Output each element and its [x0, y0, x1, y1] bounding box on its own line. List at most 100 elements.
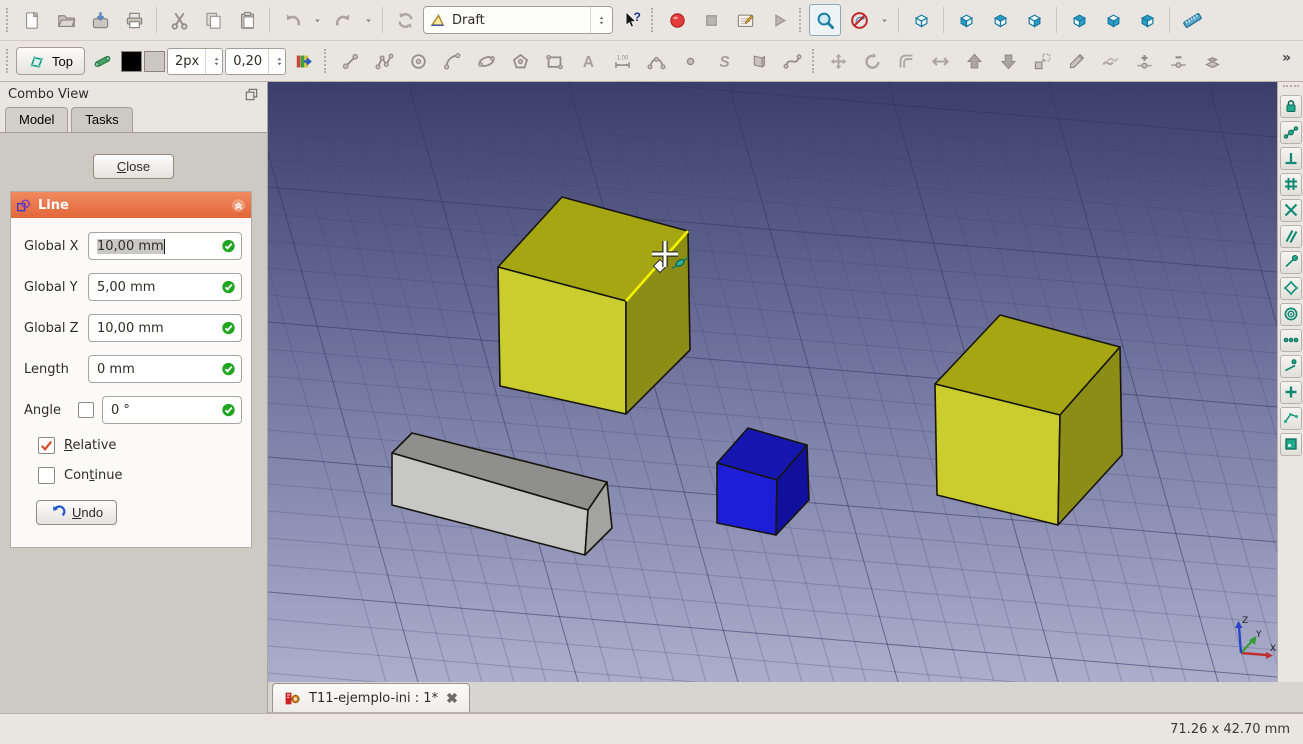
- undo-history-dropdown[interactable]: [310, 4, 325, 36]
- relative-checkbox[interactable]: [38, 437, 55, 454]
- draft-add-point-button[interactable]: [1128, 45, 1160, 77]
- macro-stop-button[interactable]: [695, 4, 727, 36]
- undo-button[interactable]: [276, 4, 308, 36]
- line-color-swatch[interactable]: [121, 51, 142, 72]
- snap-toolbar-grip[interactable]: [1283, 85, 1299, 90]
- draft-upgrade-button[interactable]: [958, 45, 990, 77]
- draft-downgrade-button[interactable]: [992, 45, 1024, 77]
- draft-bezier-button[interactable]: [776, 45, 808, 77]
- macro-play-button[interactable]: [763, 4, 795, 36]
- draft-dimension-button[interactable]: 1.00: [606, 45, 638, 77]
- macro-edit-button[interactable]: [729, 4, 761, 36]
- fit-all-button[interactable]: [809, 4, 841, 36]
- top-view-button[interactable]: [984, 4, 1016, 36]
- draft-wire-to-bspline-button[interactable]: [1094, 45, 1126, 77]
- draft-tools-grip[interactable]: [324, 49, 328, 73]
- snap-midpoint-button[interactable]: [1280, 121, 1302, 144]
- continue-checkbox[interactable]: [38, 467, 55, 484]
- draft-shape2dview-button[interactable]: [1196, 45, 1228, 77]
- 3d-viewport[interactable]: ZYX: [268, 82, 1277, 682]
- new-document-button[interactable]: [16, 4, 48, 36]
- snap-dimensions-button[interactable]: [1280, 407, 1302, 430]
- snap-near-button[interactable]: [1280, 355, 1302, 378]
- draft-circle-button[interactable]: [402, 45, 434, 77]
- apply-style-button[interactable]: [288, 45, 320, 77]
- tab-model[interactable]: Model: [5, 107, 68, 132]
- front-view-button[interactable]: [950, 4, 982, 36]
- draft-facebinder-button[interactable]: [742, 45, 774, 77]
- bottom-view-button[interactable]: [1097, 4, 1129, 36]
- cut-button[interactable]: [163, 4, 195, 36]
- undo-task-button[interactable]: Undo: [36, 500, 117, 525]
- draft-delete-point-button[interactable]: [1162, 45, 1194, 77]
- draft-settings-grip[interactable]: [6, 49, 10, 73]
- copy-button[interactable]: [197, 4, 229, 36]
- line-width-spinbox[interactable]: 2px: [167, 48, 223, 75]
- draft-scale-button[interactable]: [1026, 45, 1058, 77]
- draft-point-button[interactable]: [674, 45, 706, 77]
- modify-tools-grip[interactable]: [812, 49, 816, 73]
- refresh-button[interactable]: [389, 4, 421, 36]
- redo-button[interactable]: [327, 4, 359, 36]
- document-tab[interactable]: T11-ejemplo-ini : 1* ✖: [272, 683, 470, 712]
- draw-style-dropdown[interactable]: [877, 4, 892, 36]
- workbench-selector[interactable]: Draft: [423, 6, 613, 34]
- global-y-field[interactable]: 5,00 mm: [88, 273, 242, 301]
- draw-style-button[interactable]: [843, 4, 875, 36]
- collapse-panel-button[interactable]: [231, 198, 246, 213]
- draft-offset-button[interactable]: [890, 45, 922, 77]
- face-color-swatch[interactable]: [144, 51, 165, 72]
- file-toolbar-grip[interactable]: [6, 8, 10, 32]
- draft-rotate-button[interactable]: [856, 45, 888, 77]
- redo-history-dropdown[interactable]: [361, 4, 376, 36]
- tab-tasks[interactable]: Tasks: [71, 107, 132, 132]
- view-toolbar-grip[interactable]: [799, 8, 803, 32]
- rear-view-button[interactable]: [1063, 4, 1095, 36]
- axonometric-view-button[interactable]: [905, 4, 937, 36]
- snap-perpendicular-button[interactable]: [1280, 147, 1302, 170]
- angle-lock-checkbox[interactable]: [78, 402, 94, 418]
- draft-trimex-button[interactable]: [924, 45, 956, 77]
- paste-button[interactable]: [231, 4, 263, 36]
- print-button[interactable]: [118, 4, 150, 36]
- draft-shapestring-button[interactable]: S: [708, 45, 740, 77]
- draft-move-button[interactable]: [822, 45, 854, 77]
- draft-ellipse-button[interactable]: [470, 45, 502, 77]
- snap-ortho-button[interactable]: [1280, 329, 1302, 352]
- snap-grid-button[interactable]: [1280, 173, 1302, 196]
- draft-bspline-button[interactable]: [640, 45, 672, 77]
- toolbar-overflow-button[interactable]: »: [1282, 50, 1299, 72]
- snap-endpoint-button[interactable]: [1280, 251, 1302, 274]
- draft-edit-button[interactable]: [1060, 45, 1092, 77]
- working-plane-button[interactable]: Top: [16, 47, 85, 75]
- global-z-field[interactable]: 10,00 mm: [88, 314, 242, 342]
- global-x-field[interactable]: 10,00 mm: [88, 232, 242, 260]
- snap-intersection-button[interactable]: [1280, 199, 1302, 222]
- macro-toolbar-grip[interactable]: [651, 8, 655, 32]
- snap-parallel-button[interactable]: [1280, 225, 1302, 248]
- snap-workingplane-button[interactable]: [1280, 433, 1302, 456]
- length-field[interactable]: 0 mm: [88, 355, 242, 383]
- right-view-button[interactable]: [1018, 4, 1050, 36]
- snap-extension-button[interactable]: [1280, 381, 1302, 404]
- macro-record-button[interactable]: [661, 4, 693, 36]
- snap-lock-button[interactable]: [1280, 95, 1302, 118]
- draft-rectangle-button[interactable]: [538, 45, 570, 77]
- angle-field[interactable]: 0 °: [102, 396, 242, 424]
- draft-polygon-button[interactable]: [504, 45, 536, 77]
- save-button[interactable]: [84, 4, 116, 36]
- float-panel-icon[interactable]: [244, 87, 259, 102]
- draft-wire-button[interactable]: [368, 45, 400, 77]
- draft-line-button[interactable]: [334, 45, 366, 77]
- snap-center-button[interactable]: [1280, 303, 1302, 326]
- construction-mode-button[interactable]: [87, 45, 119, 77]
- whats-this-button[interactable]: ?: [615, 4, 647, 36]
- text-scale-spinbox[interactable]: 0,20: [225, 48, 286, 75]
- draft-text-button[interactable]: A: [572, 45, 604, 77]
- measure-distance-button[interactable]: [1176, 4, 1208, 36]
- open-document-button[interactable]: [50, 4, 82, 36]
- left-view-button[interactable]: [1131, 4, 1163, 36]
- close-task-button[interactable]: Close: [93, 154, 174, 179]
- snap-special-button[interactable]: [1280, 277, 1302, 300]
- document-tab-close-button[interactable]: ✖: [446, 690, 458, 707]
